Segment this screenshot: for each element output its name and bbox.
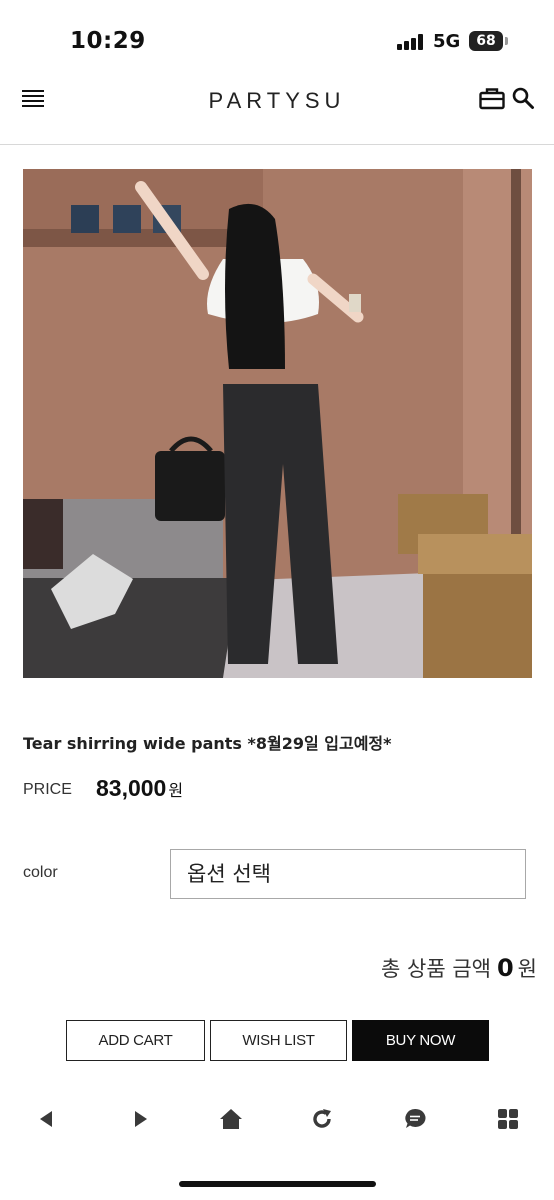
buy-now-button[interactable]: BUY NOW	[352, 1020, 489, 1061]
chat-icon[interactable]	[403, 1107, 427, 1131]
site-logo[interactable]: PARTYSU	[0, 88, 554, 114]
product-name: Tear shirring wide pants *8월29일 입고예정*	[23, 734, 392, 753]
total-label: 총 상품 금액	[381, 957, 491, 981]
wish-list-button[interactable]: WISH LIST	[210, 1020, 347, 1061]
bottom-nav	[0, 1095, 554, 1145]
total-value: 0	[496, 954, 514, 982]
option-label: color	[23, 864, 58, 881]
price-unit: 원	[168, 783, 184, 800]
battery-icon: 68	[469, 31, 503, 51]
forward-icon[interactable]	[128, 1107, 152, 1131]
refresh-icon[interactable]	[310, 1107, 334, 1131]
price-value: 83,000 원	[96, 775, 183, 802]
site-header: PARTYSU	[0, 80, 554, 145]
search-icon[interactable]	[511, 86, 535, 110]
price-amount: 83,000	[96, 775, 167, 801]
back-icon[interactable]	[35, 1107, 59, 1131]
signal-icon	[397, 34, 423, 50]
price-label: PRICE	[23, 781, 72, 798]
status-bar: 10:29 5G 68	[0, 0, 554, 80]
shopping-bag-icon[interactable]	[479, 86, 505, 110]
home-icon[interactable]	[219, 1107, 243, 1131]
grid-icon[interactable]	[496, 1107, 520, 1131]
product-image[interactable]	[23, 169, 532, 678]
home-indicator	[179, 1181, 376, 1187]
network-type: 5G	[433, 31, 461, 52]
battery-nub	[505, 37, 508, 45]
total-unit: 원	[517, 957, 537, 981]
add-cart-button[interactable]: ADD CART	[66, 1020, 205, 1061]
status-time: 10:29	[70, 28, 146, 54]
color-option-select[interactable]: 옵션 선택	[170, 849, 526, 899]
total-price: 총 상품 금액 0 원	[381, 953, 537, 983]
